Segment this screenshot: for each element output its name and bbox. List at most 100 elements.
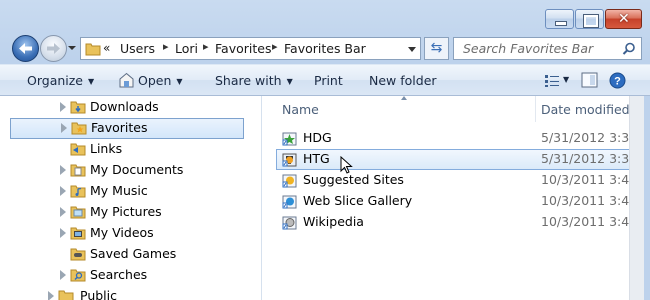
shortcut-icon xyxy=(282,195,297,209)
expand-arrow-icon[interactable] xyxy=(60,270,66,280)
search-box[interactable]: Search Favorites Bar xyxy=(453,37,642,60)
organize-button[interactable]: Organize ▼ xyxy=(27,73,94,88)
expand-arrow-icon[interactable] xyxy=(60,186,66,196)
view-options-icon[interactable] xyxy=(545,74,559,87)
file-row-hdg[interactable]: HDG 5/31/2012 3:33 PM xyxy=(276,128,650,149)
recent-pages-icon[interactable] xyxy=(68,46,76,50)
tree-item-label: My Documents xyxy=(90,162,184,177)
address-bar[interactable]: « Users ▸ Lori ▸ Favorites ▸ Favorites B… xyxy=(80,37,421,60)
tree-item-label: My Pictures xyxy=(90,204,162,219)
chevron-down-icon: ▼ xyxy=(286,77,293,86)
forward-arrow-icon xyxy=(47,43,60,54)
links-folder-icon xyxy=(70,143,86,156)
expand-arrow-icon[interactable] xyxy=(61,123,67,133)
shortcut-icon xyxy=(282,132,297,146)
tree-item-label: Favorites xyxy=(91,120,148,135)
shortcut-icon xyxy=(282,174,297,188)
file-name: HDG xyxy=(303,130,332,145)
column-header-date-modified[interactable]: Date modified xyxy=(541,102,630,117)
column-header-name[interactable]: Name xyxy=(282,102,319,117)
search-placeholder[interactable]: Search Favorites Bar xyxy=(463,41,593,56)
file-row-web-slice-gallery[interactable]: Web Slice Gallery 10/3/2011 3:40 PM xyxy=(276,191,650,212)
tree-item-label: My Videos xyxy=(90,225,154,240)
breadcrumb-favorites[interactable]: Favorites xyxy=(215,41,271,56)
tree-item-favorites[interactable]: Favorites xyxy=(10,118,244,139)
folder-icon xyxy=(85,43,101,56)
breadcrumb-favorites-bar[interactable]: Favorites Bar xyxy=(284,41,366,56)
share-with-button[interactable]: Share with ▼ xyxy=(215,73,293,88)
tree-item-links[interactable]: Links xyxy=(0,139,261,160)
refresh-button[interactable]: ⇆ xyxy=(424,37,449,60)
close-button[interactable]: ✕ xyxy=(605,9,642,29)
tree-item-my-videos[interactable]: My Videos xyxy=(0,223,261,244)
tree-item-label: Public xyxy=(80,288,117,300)
breadcrumb-users[interactable]: Users xyxy=(120,41,155,56)
new-folder-button[interactable]: New folder xyxy=(369,73,437,88)
navigation-pane: Downloads Favorites Links My Documents M… xyxy=(0,96,262,300)
tree-item-saved-games[interactable]: Saved Games xyxy=(0,244,261,265)
mouse-cursor-icon xyxy=(340,156,353,174)
tree-item-my-documents[interactable]: My Documents xyxy=(0,160,261,181)
minimize-button[interactable] xyxy=(545,9,574,29)
file-row-htg[interactable]: HTG 5/31/2012 3:31 PM xyxy=(276,149,650,170)
preview-pane-icon[interactable] xyxy=(581,72,598,88)
forward-button[interactable] xyxy=(40,35,67,62)
refresh-icon: ⇆ xyxy=(430,40,443,56)
saved-games-folder-icon xyxy=(70,248,86,261)
favorites-folder-icon xyxy=(71,122,87,135)
title-bar: ✕ xyxy=(0,0,650,32)
expand-arrow-icon[interactable] xyxy=(60,228,66,238)
file-row-suggested-sites[interactable]: Suggested Sites 10/3/2011 3:40 PM xyxy=(276,170,650,191)
open-icon xyxy=(119,72,134,88)
back-button[interactable] xyxy=(12,35,39,62)
maximize-button[interactable] xyxy=(575,9,604,29)
sort-ascending-icon xyxy=(401,96,407,100)
public-folder-icon xyxy=(58,290,74,300)
search-icon[interactable] xyxy=(622,42,636,56)
breadcrumb-separator-icon[interactable]: ▸ xyxy=(272,40,278,53)
tree-item-label: My Music xyxy=(90,183,148,198)
expand-arrow-icon[interactable] xyxy=(60,102,66,112)
back-arrow-icon xyxy=(19,43,32,54)
pictures-folder-icon xyxy=(70,206,86,219)
documents-folder-icon xyxy=(70,164,86,177)
print-button[interactable]: Print xyxy=(314,73,343,88)
file-name: HTG xyxy=(303,151,330,166)
expand-arrow-icon[interactable] xyxy=(60,165,66,175)
expand-arrow-icon[interactable] xyxy=(60,207,66,217)
organize-label: Organize xyxy=(27,73,83,88)
column-divider[interactable] xyxy=(535,96,536,122)
tree-item-downloads[interactable]: Downloads xyxy=(0,97,261,118)
maximize-icon xyxy=(583,14,599,28)
address-dropdown-icon[interactable] xyxy=(408,47,416,52)
file-row-wikipedia[interactable]: Wikipedia 10/3/2011 3:40 PM xyxy=(276,212,650,233)
expand-arrow-icon[interactable] xyxy=(48,291,54,300)
chevron-down-icon: ▼ xyxy=(176,77,183,86)
breadcrumb-separator-icon[interactable]: ▸ xyxy=(163,40,169,53)
chevron-down-icon: ▼ xyxy=(88,77,95,86)
breadcrumb-lori[interactable]: Lori xyxy=(175,41,198,56)
navigation-bar: « Users ▸ Lori ▸ Favorites ▸ Favorites B… xyxy=(0,32,650,64)
tree-item-public[interactable]: Public xyxy=(0,286,261,300)
tree-item-label: Saved Games xyxy=(90,246,177,261)
tree-item-label: Downloads xyxy=(90,99,159,114)
shortcut-icon xyxy=(282,216,297,230)
window-frame xyxy=(644,96,650,300)
help-icon[interactable]: ? xyxy=(609,72,626,89)
tree-item-searches[interactable]: Searches xyxy=(0,265,261,286)
view-dropdown-icon[interactable]: ▼ xyxy=(563,75,569,84)
shortcut-icon xyxy=(282,153,297,167)
file-name: Web Slice Gallery xyxy=(303,193,413,208)
downloads-folder-icon xyxy=(70,101,86,114)
open-button[interactable]: Open ▼ xyxy=(138,73,183,88)
videos-folder-icon xyxy=(70,227,86,240)
close-icon: ✕ xyxy=(618,11,630,27)
breadcrumb-separator-icon[interactable]: ▸ xyxy=(203,40,209,53)
music-folder-icon xyxy=(70,185,86,198)
tree-item-my-music[interactable]: My Music xyxy=(0,181,261,202)
command-bar: Organize ▼ Open ▼ Share with ▼ Print New fo… xyxy=(0,64,650,96)
file-name: Wikipedia xyxy=(303,214,364,229)
breadcrumb-overflow[interactable]: « xyxy=(103,41,110,55)
file-list-pane: Name Date modified HDG 5/31/2012 3:33 PM… xyxy=(262,96,650,300)
tree-item-my-pictures[interactable]: My Pictures xyxy=(0,202,261,223)
